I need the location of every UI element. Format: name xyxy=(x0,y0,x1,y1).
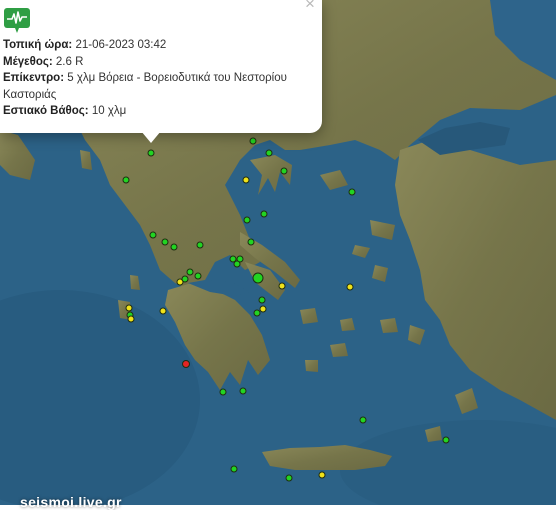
epicenter-label: Επίκεντρο: xyxy=(3,72,65,84)
earthquake-marker[interactable] xyxy=(243,216,251,224)
earthquake-marker[interactable] xyxy=(159,307,167,315)
magnitude-label: Μέγεθος: xyxy=(3,55,53,68)
earthquake-marker[interactable] xyxy=(265,149,273,157)
earthquake-marker[interactable] xyxy=(318,471,326,479)
earthquake-marker[interactable] xyxy=(260,210,268,218)
earthquake-marker[interactable] xyxy=(239,387,247,395)
depth-label: Εστιακό Βάθος: xyxy=(3,105,89,117)
earthquake-marker[interactable] xyxy=(278,282,286,290)
magnitude-row: Μέγεθος: 2.6 R xyxy=(3,54,315,71)
earthquake-marker[interactable] xyxy=(161,238,169,246)
epicenter-row: Επίκεντρο: 5 χλμ Βόρεια - Βορειοδυτικά τ… xyxy=(3,70,315,103)
earthquake-marker[interactable] xyxy=(122,176,130,184)
magnitude-value: 2.6 R xyxy=(55,55,84,68)
local-time-row: Τοπική ώρα: 21-06-2023 03:42 xyxy=(3,37,315,54)
depth-row: Εστιακό Βάθος: 10 χλμ xyxy=(3,103,315,120)
earthquake-marker[interactable] xyxy=(186,268,194,276)
site-watermark: seismoi.live.gr xyxy=(20,494,122,510)
earthquake-marker[interactable] xyxy=(346,283,354,291)
earthquake-info-popup: × Τοπική ώρα: 21-06-2023 03:42 Μέγεθος: … xyxy=(0,0,322,133)
earthquake-details: Τοπική ώρα: 21-06-2023 03:42 Μέγεθος: 2.… xyxy=(3,37,315,120)
earthquake-marker[interactable] xyxy=(249,137,257,145)
earthquake-marker[interactable] xyxy=(147,149,155,157)
earthquake-marker[interactable] xyxy=(280,167,288,175)
close-icon[interactable]: × xyxy=(302,0,318,12)
earthquake-marker[interactable] xyxy=(233,260,241,268)
seismograph-icon xyxy=(4,8,30,34)
earthquake-marker[interactable] xyxy=(348,188,356,196)
earthquake-marker[interactable] xyxy=(259,305,267,313)
earthquake-marker[interactable] xyxy=(230,465,238,473)
earthquake-marker[interactable] xyxy=(258,296,266,304)
local-time-value: 21-06-2023 03:42 xyxy=(75,39,167,51)
popup-pointer xyxy=(141,131,161,143)
earthquake-marker[interactable] xyxy=(247,238,255,246)
earthquake-marker[interactable] xyxy=(170,243,178,251)
earthquake-marker[interactable] xyxy=(127,315,135,323)
earthquake-marker[interactable] xyxy=(242,176,250,184)
earthquake-marker-large[interactable] xyxy=(252,272,264,284)
earthquake-marker[interactable] xyxy=(219,388,227,396)
earthquake-marker[interactable] xyxy=(359,416,367,424)
earthquake-marker[interactable] xyxy=(149,231,157,239)
earthquake-marker-recent[interactable] xyxy=(182,360,190,368)
earthquake-marker[interactable] xyxy=(181,275,189,283)
earthquake-marker[interactable] xyxy=(125,304,133,312)
earthquake-marker[interactable] xyxy=(285,474,293,482)
earthquake-marker[interactable] xyxy=(196,241,204,249)
earthquake-marker[interactable] xyxy=(442,436,450,444)
depth-value: 10 χλμ xyxy=(91,105,127,117)
local-time-label: Τοπική ώρα: xyxy=(3,39,73,51)
earthquake-marker[interactable] xyxy=(194,272,202,280)
